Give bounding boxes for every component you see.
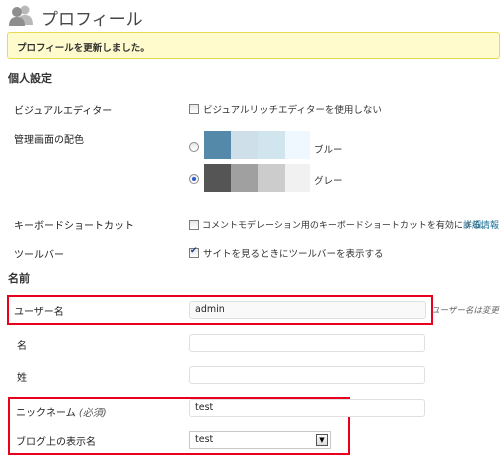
first-name-input[interactable] (189, 334, 425, 352)
update-notice: プロフィールを更新しました。 (7, 32, 500, 59)
username-input[interactable]: admin (189, 301, 426, 319)
blue-swatch-1 (204, 131, 231, 159)
visual-editor-label: ビジュアルエディター (14, 106, 113, 117)
name-heading: 名前 (8, 272, 30, 285)
gray-swatch-3 (258, 164, 285, 192)
chevron-down-icon[interactable]: ▼ (316, 434, 328, 446)
nickname-input[interactable]: test (189, 399, 425, 417)
gray-swatch-2 (231, 164, 258, 192)
users-icon (9, 5, 33, 26)
nickname-label-text: ニックネーム (16, 408, 76, 419)
blue-swatch-2 (231, 131, 258, 159)
gray-swatch-1 (204, 164, 231, 192)
color-scheme-blue-label: ブルー (314, 145, 343, 156)
personal-settings-heading: 個人設定 (8, 72, 52, 85)
keyboard-shortcuts-option-label: コメントモデレーション用のキーボードショートカットを有効にする。 (202, 221, 490, 231)
keyboard-shortcuts-checkbox[interactable] (189, 220, 199, 230)
page-title: プロフィール (41, 10, 143, 30)
username-label: ユーザー名 (14, 307, 64, 318)
more-info-link[interactable]: 詳細情報 (463, 218, 499, 231)
last-name-input[interactable] (189, 366, 425, 384)
username-hint: ユーザー名は変更 (431, 306, 499, 316)
blue-swatch-3 (258, 131, 285, 159)
blue-swatch-4 (285, 131, 310, 159)
nickname-label: ニックネーム (必須) (16, 404, 107, 419)
gray-swatch-4 (285, 164, 310, 192)
toolbar-option-label: サイトを見るときにツールバーを表示する (203, 249, 384, 260)
color-scheme-gray-label: グレー (314, 176, 343, 187)
notice-text: プロフィールを更新しました。 (17, 43, 150, 54)
color-scheme-blue-radio[interactable] (189, 142, 199, 152)
keyboard-shortcuts-label: キーボードショートカット (14, 221, 134, 232)
toolbar-checkbox[interactable] (189, 246, 199, 258)
color-scheme-gray-radio[interactable] (189, 174, 199, 184)
required-tag: (必須) (78, 408, 107, 419)
first-name-label: 名 (17, 341, 27, 352)
last-name-label: 姓 (17, 373, 27, 384)
display-name-selected-value: test (195, 434, 214, 445)
display-name-label: ブログ上の表示名 (16, 437, 96, 448)
admin-color-label: 管理画面の配色 (14, 135, 84, 146)
visual-editor-checkbox[interactable] (189, 104, 199, 114)
display-name-select[interactable]: test (189, 431, 331, 449)
visual-editor-option-label: ビジュアルリッチエディターを使用しない (203, 105, 382, 116)
toolbar-label: ツールバー (14, 250, 64, 261)
